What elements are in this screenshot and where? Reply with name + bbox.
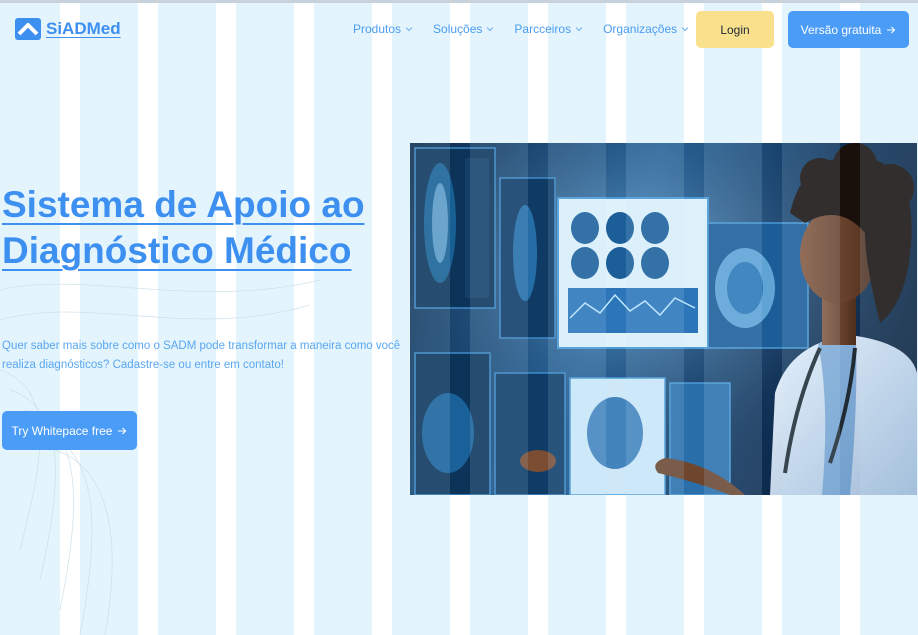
hero-illustration [410, 143, 917, 495]
nav-item-produtos[interactable]: Produtos [353, 22, 413, 36]
chevron-down-icon [486, 27, 494, 32]
hero-title-line-1: Sistema de Apoio ao [2, 184, 365, 225]
nav-item-parceiros[interactable]: Parcceiros [514, 22, 583, 36]
chevron-down-icon [575, 27, 583, 32]
brand-name: SiADMed [46, 19, 121, 38]
chevron-down-icon [681, 27, 689, 32]
nav-item-label: Parcceiros [514, 22, 572, 36]
chevron-down-icon [405, 27, 413, 32]
try-free-button[interactable]: Try Whitepace free [2, 411, 137, 450]
free-version-button[interactable]: Versão gratuita [788, 11, 909, 48]
nav-item-organizacoes[interactable]: Organizações [603, 22, 689, 36]
free-version-button-label: Versão gratuita [800, 22, 882, 37]
nav-item-label: Produtos [353, 22, 402, 36]
arrow-right-icon [118, 427, 127, 434]
try-free-button-label: Try Whitepace free [11, 423, 113, 438]
arrow-right-icon [887, 26, 896, 33]
main-nav: Produtos Soluções Parcceiros Organizaçõe… [353, 22, 709, 36]
nav-item-label: Soluções [433, 22, 483, 36]
hero-description: Quer saber mais sobre como o SADM pode t… [2, 340, 401, 371]
top-border [0, 0, 918, 3]
doctor-with-brain-scans-image [410, 143, 917, 495]
nav-item-label: Organizações [603, 22, 678, 36]
brand-logo[interactable]: SiADMed [15, 18, 121, 40]
login-button-label: Login [720, 22, 750, 37]
login-button[interactable]: Login [696, 11, 774, 48]
logo-chevron-icon [15, 18, 41, 40]
hero-title: Sistema de Apoio ao Diagnóstico Médico [2, 182, 402, 274]
nav-item-solucoes[interactable]: Soluções [433, 22, 494, 36]
hero-title-line-2: Diagnóstico Médico [2, 230, 352, 271]
